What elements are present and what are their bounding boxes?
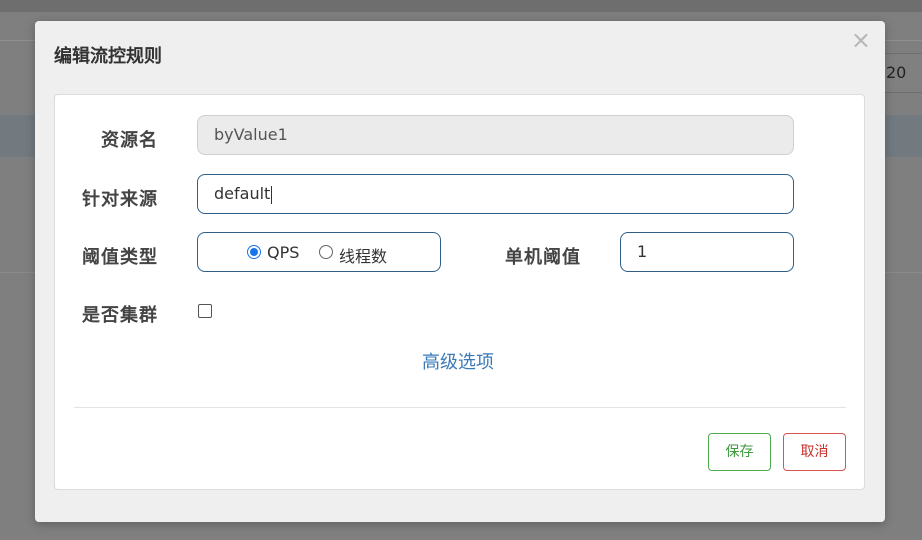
- source-input[interactable]: default: [197, 174, 794, 214]
- footer-divider: [74, 407, 846, 408]
- cluster-mode-label: 是否集群: [82, 305, 158, 326]
- form-panel: 资源名 byValue1 针对来源 default 阈值类型 QPS 线程数 单…: [54, 94, 865, 490]
- cluster-mode-checkbox[interactable]: [198, 304, 212, 318]
- radio-thread-count[interactable]: [319, 245, 333, 259]
- radio-thread-count-label[interactable]: 线程数: [339, 243, 387, 267]
- dialog-title: 编辑流控规则: [54, 46, 162, 67]
- text-cursor: [271, 185, 273, 204]
- source-label: 针对来源: [82, 189, 158, 210]
- close-icon[interactable]: ×: [851, 27, 871, 53]
- single-threshold-value: 1: [637, 242, 648, 261]
- resource-name-label: 资源名: [101, 130, 158, 151]
- background-topbar: [0, 0, 922, 12]
- threshold-type-group: QPS 线程数: [197, 232, 441, 272]
- single-threshold-input[interactable]: 1: [620, 232, 794, 272]
- save-button[interactable]: 保存: [708, 433, 771, 471]
- radio-qps-label[interactable]: QPS: [267, 243, 299, 262]
- page-size-value: 20: [886, 63, 907, 82]
- resource-name-input[interactable]: byValue1: [197, 115, 794, 155]
- single-threshold-label: 单机阈值: [505, 247, 581, 268]
- edit-flow-rule-dialog: 编辑流控规则 × 资源名 byValue1 针对来源 default 阈值类型 …: [35, 21, 885, 522]
- cancel-button[interactable]: 取消: [783, 433, 846, 471]
- advanced-options-link[interactable]: 高级选项: [422, 348, 494, 374]
- threshold-type-label: 阈值类型: [82, 247, 158, 268]
- radio-qps[interactable]: [247, 245, 261, 259]
- resource-name-value: byValue1: [214, 125, 288, 144]
- source-value: default: [214, 184, 271, 203]
